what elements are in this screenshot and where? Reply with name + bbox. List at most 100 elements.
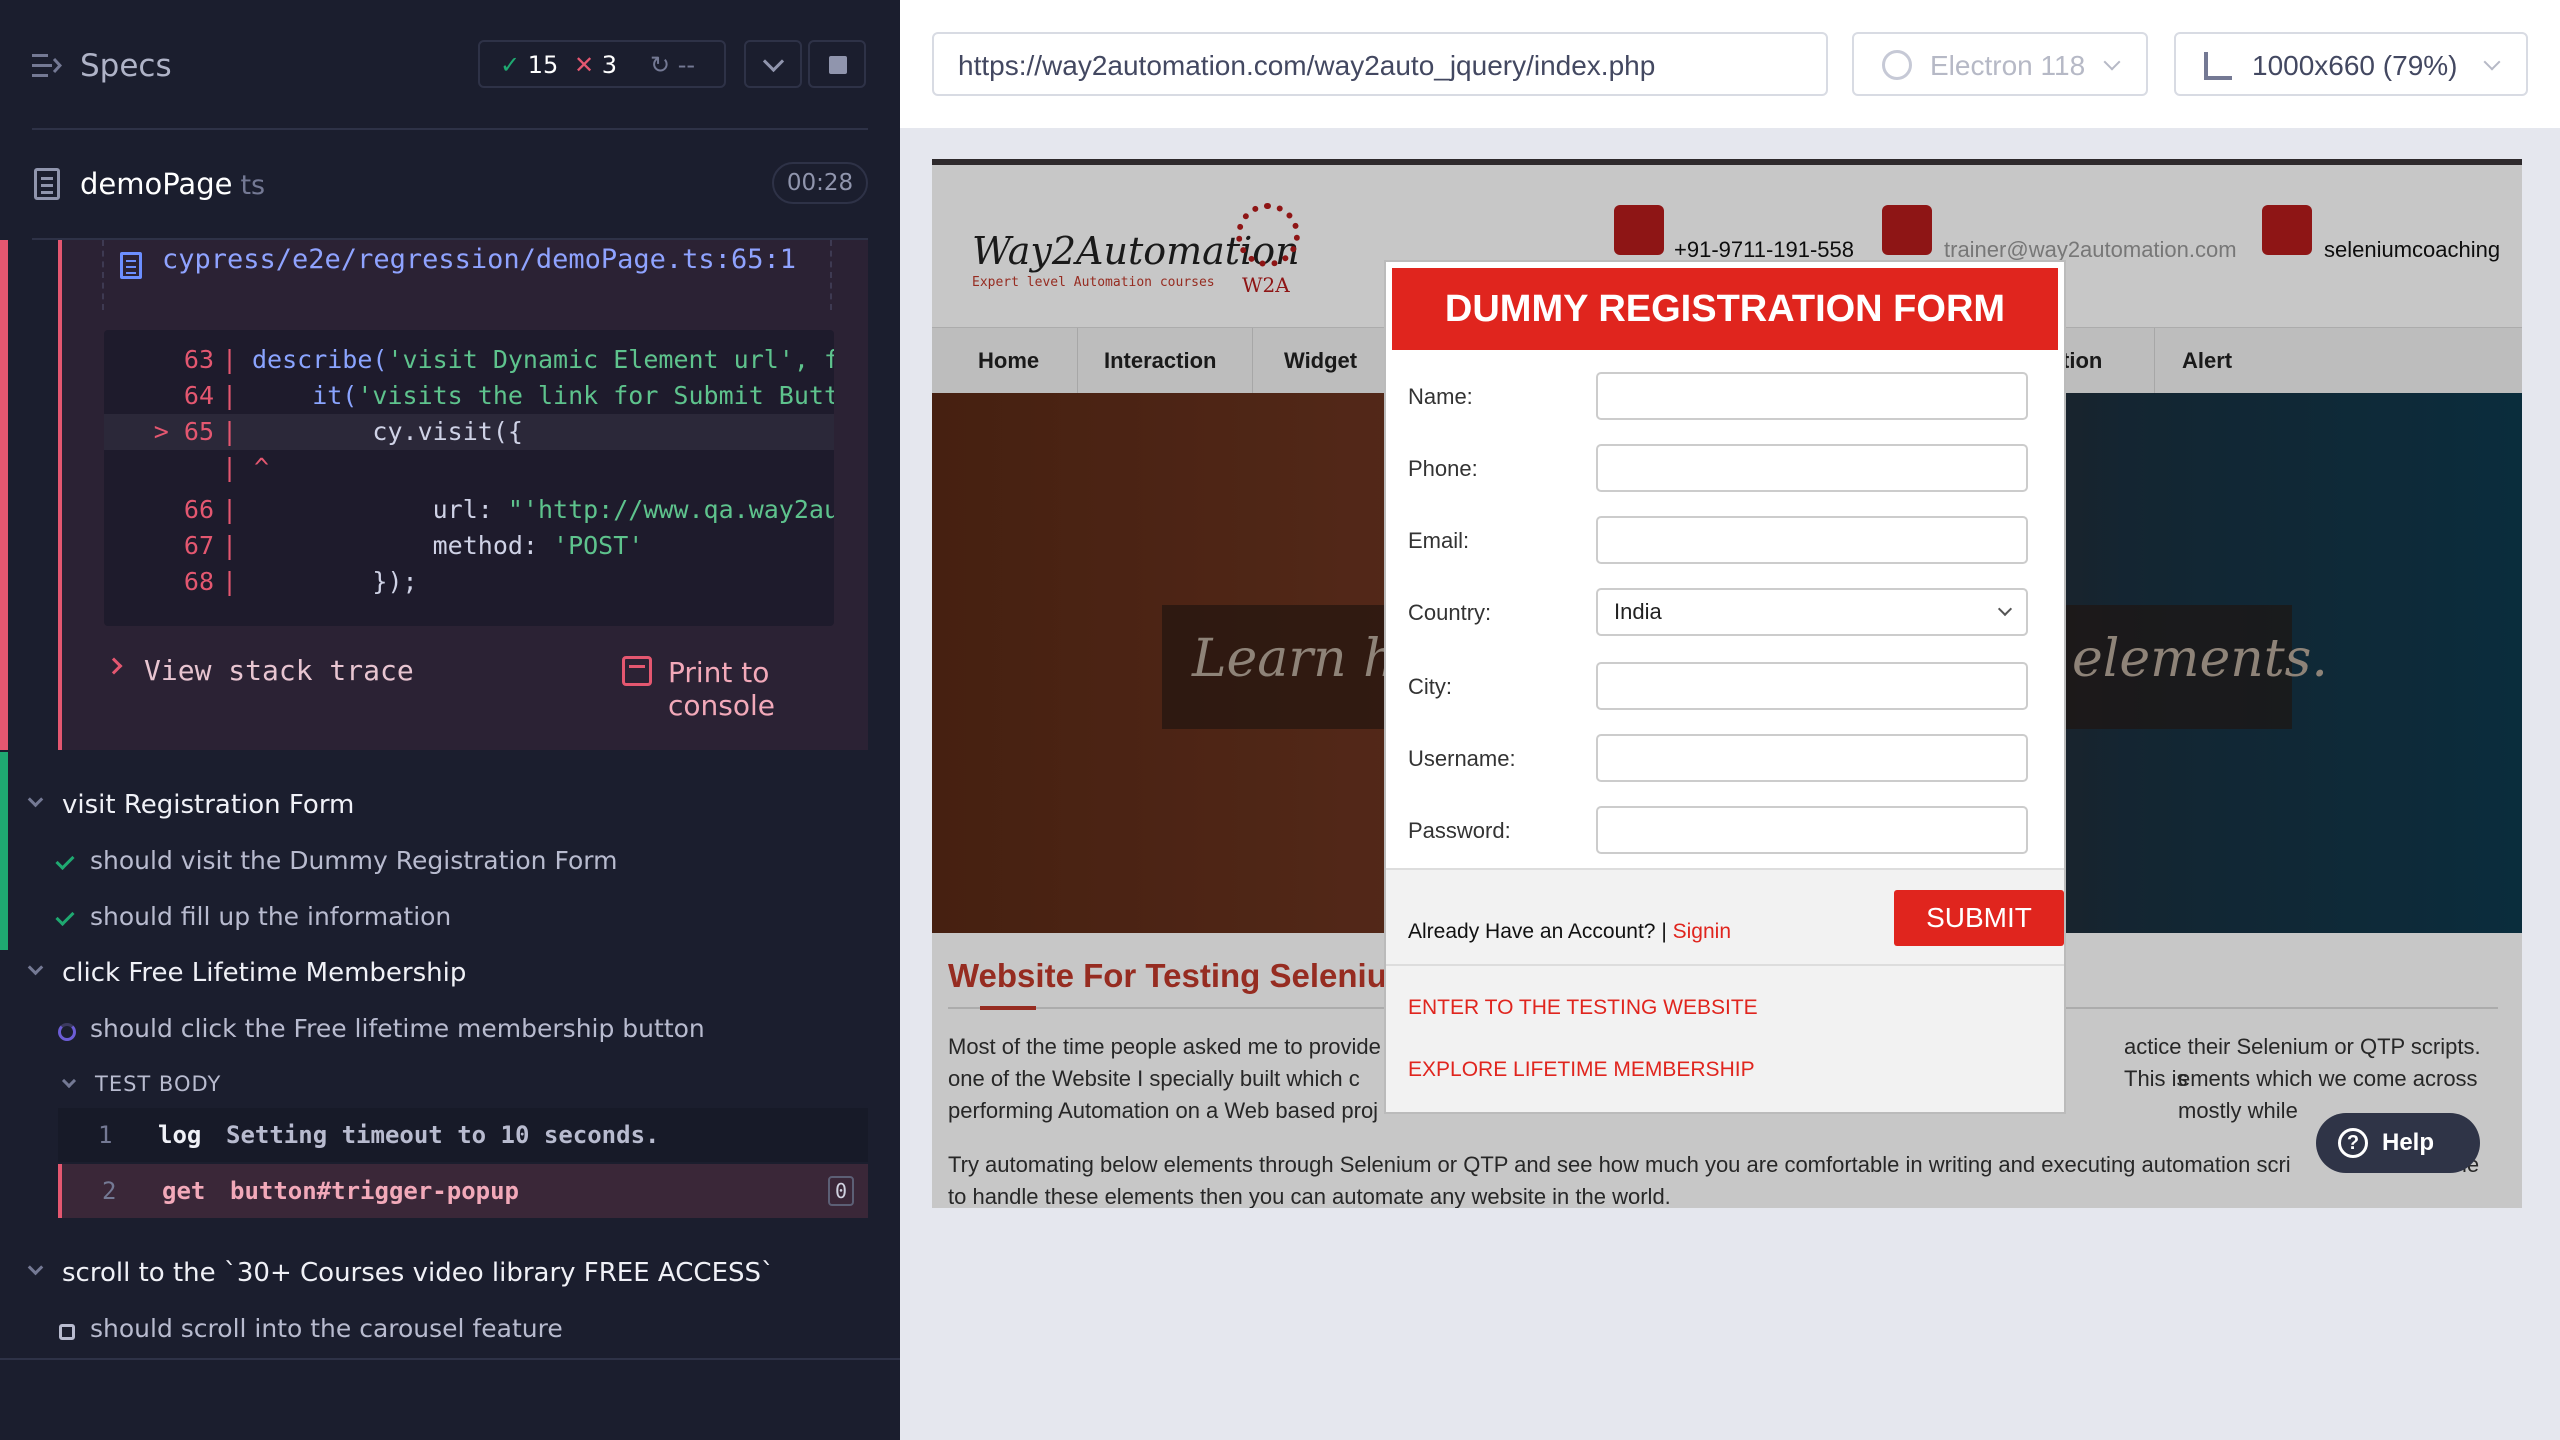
test-body-header[interactable]: TEST BODY — [0, 1060, 900, 1100]
phone-label: Phone: — [1408, 456, 1478, 481]
suite-row[interactable]: visit Registration Form — [0, 780, 900, 830]
print-to-console-button[interactable]: Print to console — [668, 656, 842, 722]
viewport-selector[interactable]: 1000x660 (79%) — [2174, 32, 2528, 96]
submit-button[interactable]: SUBMIT — [1894, 890, 2064, 946]
chevron-down-icon — [61, 1073, 77, 1089]
username-label: Username: — [1408, 746, 1516, 771]
view-stack-trace-button[interactable]: View stack trace — [144, 654, 414, 687]
chevron-right-icon — [105, 657, 123, 675]
help-button[interactable]: ? Help — [2316, 1113, 2480, 1173]
chevron-down-icon[interactable] — [744, 40, 802, 88]
fail-strip — [0, 240, 8, 750]
code-line: 68 | }); — [104, 564, 834, 600]
phone-input[interactable] — [1596, 444, 2028, 492]
pending-count: ↻ -- — [650, 51, 695, 79]
terminal-icon — [622, 656, 652, 686]
code-text: }); — [252, 567, 418, 596]
password-label: Password: — [1408, 818, 1511, 843]
specs-title[interactable]: Specs — [80, 48, 172, 84]
code-text: cy.visit({ — [252, 417, 523, 446]
suite-title: visit Registration Form — [62, 790, 355, 820]
passed-count: ✓ 15 — [500, 51, 558, 79]
city-input[interactable] — [1596, 662, 2028, 710]
suite-row[interactable]: click Free Lifetime Membership — [0, 948, 900, 998]
country-value: India — [1614, 599, 1662, 624]
enter-testing-website-link[interactable]: ENTER TO THE TESTING WEBSITE — [1408, 996, 1758, 1020]
pending-icon: ↻ — [650, 51, 671, 79]
code-line: 63 | describe('visit Dynamic Element url',… — [104, 342, 834, 378]
test-row[interactable]: should scroll into the carousel feature — [0, 1304, 900, 1354]
test-body-label: TEST BODY — [95, 1072, 222, 1096]
code-text: describe('visit Dynamic Element url', f — [252, 345, 834, 374]
spec-file-row[interactable]: demoPage ts 00:28 — [0, 150, 900, 220]
error-block: cypress/e2e/regression/demoPage.ts:65:1 … — [58, 240, 868, 750]
specs-list-icon[interactable] — [32, 52, 62, 80]
explore-lifetime-membership-link[interactable]: EXPLORE LIFETIME MEMBERSHIP — [1408, 1058, 1755, 1082]
chevron-down-icon — [2483, 53, 2501, 71]
url-bar[interactable]: https://way2automation.com/way2auto_jque… — [932, 32, 1828, 96]
code-line: 64 | it('visits the link for Submit Butt — [104, 378, 834, 414]
electron-icon — [1882, 50, 1912, 80]
pending-icon — [59, 1324, 75, 1340]
viewport-ruler-icon — [2204, 52, 2232, 80]
email-label: Email: — [1408, 528, 1470, 553]
document-icon — [34, 168, 60, 200]
test-title: should visit the Dummy Registration Form — [90, 846, 618, 875]
line-number: 63 — [183, 345, 214, 374]
email-input[interactable] — [1596, 516, 2028, 564]
name-input[interactable] — [1596, 372, 2028, 420]
command-message: Setting timeout to 10 seconds. — [226, 1121, 660, 1149]
test-row-running[interactable]: should click the Free lifetime membershi… — [0, 1004, 900, 1054]
pipe: | — [222, 567, 238, 596]
reporter-panel: Specs ✓ 15 ✕ 3 ↻ -- demoPage ts 00:28 cyp… — [0, 0, 900, 1440]
test-title: should click the Free lifetime membershi… — [90, 1014, 705, 1043]
viewport-size: 1000x660 — [2252, 50, 2376, 81]
code-line: 67 | method: 'POST' — [104, 528, 834, 564]
check-icon — [55, 850, 75, 871]
element-count-badge: 0 — [828, 1176, 854, 1206]
signin-prompt: Already Have an Account? | Signin — [1408, 920, 1731, 944]
line-num-value: 65 — [183, 417, 214, 446]
command-number: 1 — [98, 1121, 113, 1149]
modal-title: DUMMY REGISTRATION FORM — [1392, 268, 2058, 350]
stop-icon[interactable] — [808, 40, 866, 88]
country-select[interactable]: India — [1596, 588, 2028, 636]
command-message: button#trigger-popup — [230, 1177, 519, 1205]
browser-name: Electron 118 — [1930, 50, 2086, 81]
code-text: url: "'http://www.qa.way2au — [252, 495, 834, 524]
cross-icon: ✕ — [574, 51, 595, 79]
spec-ext: ts — [240, 170, 266, 201]
code-line: | ^ — [104, 450, 834, 486]
check-icon: ✓ — [500, 51, 521, 79]
aut-header: https://way2automation.com/way2auto_jque… — [900, 0, 2560, 128]
suite-row[interactable]: scroll to the `30+ Courses video library… — [0, 1248, 900, 1298]
spec-file-name: demoPage ts — [80, 167, 265, 201]
command-row-failed[interactable]: 2 get button#trigger-popup 0 — [58, 1164, 868, 1218]
browser-selector[interactable]: Electron 118 — [1852, 32, 2148, 96]
signin-link[interactable]: Signin — [1673, 920, 1731, 943]
suite-title: scroll to the `30+ Courses video library… — [62, 1258, 775, 1288]
zoom-level: (79%) — [2382, 50, 2458, 81]
test-title: should scroll into the carousel feature — [90, 1314, 563, 1343]
test-row[interactable]: should fill up the information — [0, 892, 900, 942]
error-file-path[interactable]: cypress/e2e/regression/demoPage.ts:65:1 — [120, 240, 840, 280]
line-number: > 65 — [104, 414, 214, 450]
password-input[interactable] — [1596, 806, 2028, 854]
command-name: get — [162, 1177, 206, 1205]
passed-value: 15 — [527, 51, 559, 79]
question-icon: ? — [2338, 1128, 2368, 1158]
check-icon — [55, 906, 75, 927]
command-row[interactable]: 1 log Setting timeout to 10 seconds. — [58, 1108, 868, 1162]
pipe: | — [222, 417, 238, 446]
test-row[interactable]: should visit the Dummy Registration Form — [0, 836, 900, 886]
suite-title: click Free Lifetime Membership — [62, 958, 467, 988]
caret-text: ^ — [254, 453, 270, 482]
line-number: 66 — [183, 495, 214, 524]
command-name: log — [158, 1121, 202, 1149]
username-input[interactable] — [1596, 734, 2028, 782]
line-number: 64 — [183, 381, 214, 410]
country-label: Country: — [1408, 600, 1492, 625]
line-marker: > — [153, 417, 184, 446]
failed-count: ✕ 3 — [574, 51, 617, 79]
pipe: | — [222, 495, 238, 524]
